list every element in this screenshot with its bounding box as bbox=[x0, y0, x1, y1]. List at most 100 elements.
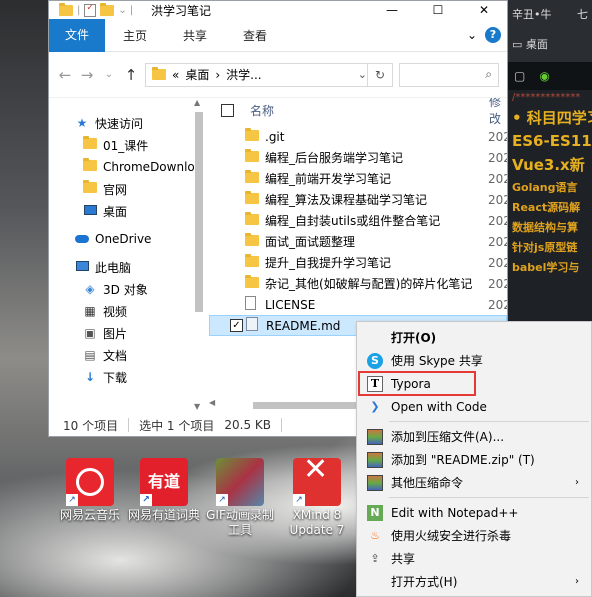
nav-item[interactable]: ▤ 文档 bbox=[49, 344, 205, 366]
nav-item[interactable]: OneDrive bbox=[49, 228, 205, 250]
nav-item[interactable]: ▣ 图片 bbox=[49, 322, 205, 344]
file-row[interactable]: 提升_自我提升学习笔记 202 bbox=[209, 252, 507, 273]
nav-item-label: 官网 bbox=[103, 182, 128, 197]
forward-button[interactable]: → bbox=[79, 66, 95, 84]
folder-icon bbox=[245, 169, 259, 186]
shortcut-arrow-icon: ↗ bbox=[293, 494, 305, 506]
column-name[interactable]: 名称 bbox=[250, 102, 274, 119]
tab-home[interactable]: 主页 bbox=[105, 27, 165, 44]
nav-scrollbar[interactable]: ▲ ▼ bbox=[191, 98, 205, 411]
file-row[interactable]: 编程_算法及课程基础学习笔记 202 bbox=[209, 189, 507, 210]
file-row[interactable]: 杂记_其他(如破解与配置)的碎片化笔记 202 bbox=[209, 273, 507, 294]
nav-item[interactable]: ◈ 3D 对象 bbox=[49, 278, 205, 300]
nav-item[interactable]: ChromeDownlo bbox=[49, 156, 205, 178]
nav-item[interactable]: 官网 bbox=[49, 178, 205, 200]
menu-item-label: 其他压缩命令 bbox=[391, 476, 464, 490]
frame-icon[interactable]: ▢ bbox=[514, 69, 525, 83]
nav-item[interactable]: ↓ 下载 bbox=[49, 366, 205, 388]
nav-item-label: 此电脑 bbox=[95, 260, 132, 275]
breadcrumb-desktop[interactable]: 桌面 bbox=[185, 66, 209, 83]
desktop-icon-gif-recorder[interactable]: ↗ GIF动画录制工具 bbox=[203, 458, 277, 538]
menu-item[interactable]: 打开方式(H) › bbox=[357, 570, 591, 593]
nav-item[interactable]: 桌面 bbox=[49, 200, 205, 222]
menu-item[interactable]: 添加到压缩文件(A)... bbox=[357, 425, 591, 448]
nav-item[interactable]: ★ 快速访问 bbox=[49, 112, 205, 134]
desktop-icon-label: GIF动画录制工具 bbox=[206, 508, 274, 537]
menu-separator bbox=[389, 497, 589, 498]
desktop-icon-label: 网易云音乐 bbox=[59, 508, 120, 522]
back-button[interactable]: ← bbox=[57, 66, 73, 84]
breadcrumb-separator[interactable]: › bbox=[215, 68, 220, 82]
folder-icon bbox=[245, 274, 259, 291]
tab-view[interactable]: 查看 bbox=[225, 27, 285, 44]
widget-note-line: 针对js原型链 bbox=[512, 241, 578, 254]
path-overflow[interactable]: « bbox=[172, 68, 179, 82]
widget-note-line: • 科目四学习 bbox=[512, 109, 592, 127]
scrollbar-thumb[interactable] bbox=[195, 112, 203, 312]
help-icon[interactable]: ? bbox=[485, 27, 501, 43]
select-all-checkbox[interactable] bbox=[221, 103, 234, 117]
up-button[interactable]: ↑ bbox=[123, 66, 139, 84]
new-folder-icon[interactable] bbox=[100, 2, 115, 16]
search-input[interactable]: ⌕ bbox=[399, 62, 499, 87]
xmind-icon: ↗ bbox=[293, 458, 341, 506]
menu-item[interactable]: ⇪ 共享 bbox=[357, 547, 591, 570]
desktop-icon bbox=[83, 204, 97, 218]
menu-item[interactable]: T Typora bbox=[358, 371, 476, 396]
tab-file[interactable]: 文件 bbox=[49, 18, 105, 52]
nav-item[interactable]: ▦ 视频 bbox=[49, 300, 205, 322]
folder-icon bbox=[245, 232, 259, 249]
tab-share[interactable]: 共享 bbox=[165, 27, 225, 44]
menu-item-label: Open with Code bbox=[391, 399, 487, 414]
refresh-button[interactable]: ↻ bbox=[367, 62, 393, 87]
menu-item[interactable]: N Edit with Notepad++ bbox=[357, 501, 591, 524]
navigation-pane: ★ 快速访问 01_课件 ChromeDownlo 官网桌面 OneDrive 此电脑 ◈ 3D… bbox=[49, 98, 205, 411]
nav-item-label: 快速访问 bbox=[95, 116, 144, 131]
desktop-icon-youdao[interactable]: 有道 ↗ 网易有道词典 bbox=[126, 458, 202, 523]
menu-item[interactable]: S 使用 Skype 共享 bbox=[357, 349, 591, 372]
row-checkbox[interactable]: ✓ bbox=[230, 319, 243, 332]
file-row[interactable]: 编程_前端开发学习笔记 202 bbox=[209, 168, 507, 189]
menu-item[interactable]: ❯ Open with Code bbox=[357, 395, 591, 418]
file-row[interactable]: LICENSE 202 bbox=[209, 294, 507, 315]
desktop-icon-label: 网易有道词典 bbox=[127, 508, 200, 522]
ribbon-expand-icon[interactable]: ⌄ bbox=[467, 28, 477, 42]
recent-locations-icon[interactable]: ⌄ bbox=[101, 69, 117, 80]
winrar-icon bbox=[367, 451, 391, 468]
menu-item[interactable]: 其他压缩命令 › bbox=[357, 471, 591, 494]
blank-icon bbox=[367, 330, 383, 346]
pc-icon bbox=[75, 260, 89, 274]
close-button[interactable]: ✕ bbox=[461, 3, 507, 17]
eye-icon[interactable]: ◉ bbox=[539, 69, 549, 83]
submenu-arrow-icon: › bbox=[575, 477, 579, 488]
menu-item-label: Typora bbox=[391, 376, 431, 391]
menu-item[interactable]: 打开(O) bbox=[357, 326, 591, 349]
star-icon: ★ bbox=[76, 116, 88, 130]
minimize-button[interactable]: — bbox=[369, 3, 415, 17]
gif-recorder-icon: ↗ bbox=[216, 458, 264, 506]
folder-icon bbox=[245, 127, 259, 144]
properties-icon[interactable] bbox=[84, 3, 97, 17]
address-dropdown-icon[interactable]: ⌄ bbox=[358, 68, 367, 81]
file-modified: 202 bbox=[488, 234, 507, 249]
address-bar[interactable]: « 桌面 › 洪学... ⌄ bbox=[145, 62, 368, 87]
breadcrumb-current[interactable]: 洪学... bbox=[226, 66, 261, 83]
column-modified[interactable]: 修改 bbox=[489, 98, 507, 127]
menu-item[interactable]: 添加到 "README.zip" (T) bbox=[357, 448, 591, 471]
file-row[interactable]: 编程_后台服务端学习笔记 202 bbox=[209, 147, 507, 168]
desktop-icon-xmind[interactable]: ↗ XMind 8 Update 7 bbox=[280, 458, 354, 538]
nav-item[interactable]: 此电脑 bbox=[49, 256, 205, 278]
file-row[interactable]: 编程_自封装utils或组件整合笔记 202 bbox=[209, 210, 507, 231]
markdown-file-icon bbox=[246, 317, 260, 334]
file-name: 面试_面试题整理 bbox=[265, 235, 356, 249]
menu-item[interactable]: ♨ 使用火绒安全进行杀毒 bbox=[357, 524, 591, 547]
file-row[interactable]: 面试_面试题整理 202 bbox=[209, 231, 507, 252]
file-row[interactable]: .git 202 bbox=[209, 126, 507, 147]
maximize-button[interactable]: ☐ bbox=[415, 3, 461, 17]
file-modified: 202 bbox=[488, 213, 507, 228]
nav-item[interactable]: 01_课件 bbox=[49, 134, 205, 156]
shortcut-arrow-icon: ↗ bbox=[140, 494, 152, 506]
file-name: 编程_自封装utils或组件整合笔记 bbox=[265, 214, 441, 228]
desktop-icon-netease-music[interactable]: ↗ 网易云音乐 bbox=[52, 458, 128, 523]
menu-item-label: 使用火绒安全进行杀毒 bbox=[391, 529, 512, 543]
